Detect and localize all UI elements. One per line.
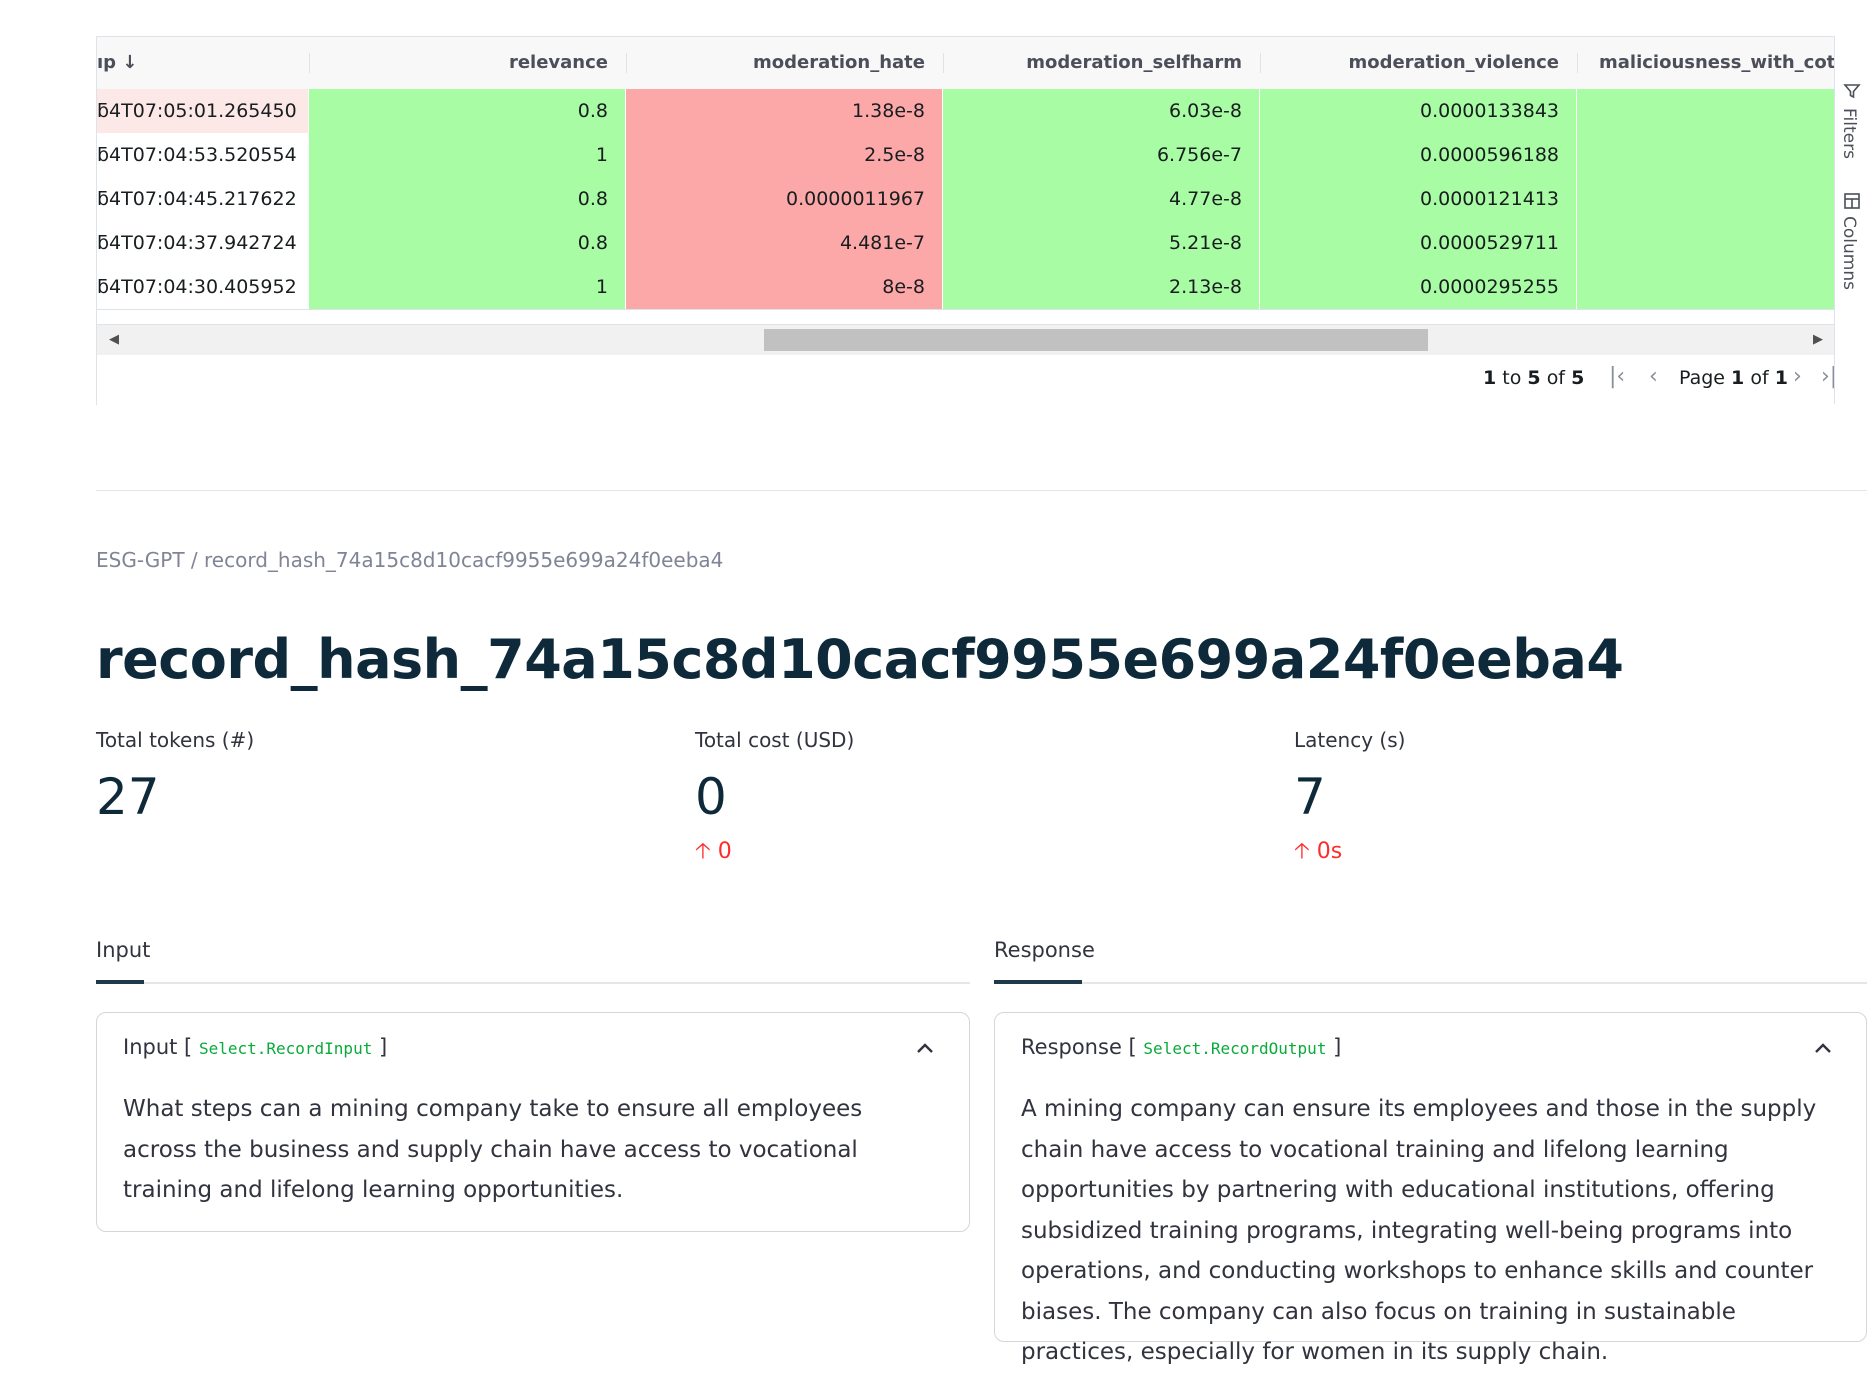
table-cell[interactable]: 1 bbox=[309, 133, 626, 177]
table-cell[interactable]: ƃ4T07:04:30.405952 bbox=[97, 265, 309, 309]
page-indicator: Page 1 of 1 bbox=[1679, 367, 1788, 389]
table-row[interactable]: ƃ4T07:04:45.217622 0.8 0.0000011967 4.77e-8… bbox=[97, 177, 1835, 222]
table-cell[interactable]: 0.0000295255 bbox=[1260, 265, 1577, 309]
table-cell[interactable]: ƃ4T07:04:53.520554 bbox=[97, 133, 309, 177]
column-header-moderation-selfharm[interactable]: moderation_selfharm bbox=[943, 37, 1260, 89]
metric-delta: 🡡 0 bbox=[695, 839, 732, 864]
horizontal-scrollbar[interactable]: ◀ ▶ bbox=[97, 324, 1835, 355]
table-cell[interactable]: 6.03e-8 bbox=[943, 89, 1260, 133]
table-row[interactable]: ƃ4T07:04:37.942724 0.8 4.481e-7 5.21e-8 0.00… bbox=[97, 221, 1835, 266]
results-grid: ıp ↓ relevance moderation_hate moderatio… bbox=[96, 36, 1867, 405]
table-cell[interactable] bbox=[1577, 177, 1835, 221]
table-cell[interactable]: 0.8 bbox=[309, 221, 626, 265]
response-text: A mining company can ensure its employee… bbox=[1021, 1096, 1817, 1365]
table-row[interactable]: ƃ4T07:04:30.405952 1 8e-8 2.13e-8 0.00002952… bbox=[97, 265, 1835, 310]
table-cell[interactable]: 2.13e-8 bbox=[943, 265, 1260, 309]
table-cell[interactable]: 6.756e-7 bbox=[943, 133, 1260, 177]
tab-underline bbox=[994, 982, 1867, 984]
tab-underline bbox=[96, 982, 970, 984]
column-header-relevance[interactable]: relevance bbox=[309, 37, 626, 89]
table-row[interactable]: ƃ4T07:04:53.520554 1 2.5e-8 6.756e-7 0.00005… bbox=[97, 133, 1835, 178]
prev-page-icon[interactable]: ‹ bbox=[1649, 364, 1658, 389]
response-expander: Response [ Select.RecordOutput ] A minin… bbox=[994, 1012, 1867, 1365]
breadcrumb: ESG-GPT / record_hash_74a15c8d10cacf9955… bbox=[96, 548, 724, 572]
table-cell[interactable] bbox=[1577, 89, 1835, 133]
metric-total-tokens: Total tokens (#) 27 bbox=[96, 728, 254, 826]
metric-label: Total tokens (#) bbox=[96, 728, 255, 752]
tab-input[interactable]: Input bbox=[96, 938, 150, 962]
input-expander: Input [ Select.RecordInput ] What steps … bbox=[96, 1012, 970, 1232]
metric-value: 7 bbox=[1294, 768, 1326, 826]
grid-viewport: ıp ↓ relevance moderation_hate moderatio… bbox=[96, 36, 1835, 405]
arrow-up-icon: 🡡 bbox=[1294, 839, 1310, 864]
table-cell[interactable]: 2.5e-8 bbox=[626, 133, 943, 177]
selector-code: Select.RecordOutput bbox=[1143, 1039, 1327, 1058]
arrow-up-icon: 🡡 bbox=[695, 839, 711, 864]
chevron-up-icon[interactable] bbox=[915, 1033, 935, 1061]
metric-delta: 🡡 0s bbox=[1294, 839, 1343, 864]
scrollbar-thumb[interactable] bbox=[764, 329, 1428, 351]
filters-side-tab[interactable]: Filters bbox=[1839, 108, 1859, 159]
section-divider bbox=[96, 490, 1867, 491]
table-cell[interactable]: 0.0000596188 bbox=[1260, 133, 1577, 177]
table-cell[interactable] bbox=[1577, 133, 1835, 177]
table-cell[interactable] bbox=[1577, 221, 1835, 265]
page-title: record_hash_74a15c8d10cacf9955e699a24f0e… bbox=[96, 628, 1624, 691]
grid-side-bar: Filters Columns bbox=[1834, 36, 1867, 404]
table-cell[interactable]: 8e-8 bbox=[626, 265, 943, 309]
columns-side-tab[interactable]: Columns bbox=[1839, 216, 1859, 290]
table-cell[interactable]: 4.77e-8 bbox=[943, 177, 1260, 221]
table-cell[interactable]: 0.0000121413 bbox=[1260, 177, 1577, 221]
table-cell[interactable]: 0.0000011967 bbox=[626, 177, 943, 221]
row-count-summary: 1 to 5 of 5 bbox=[1483, 367, 1585, 389]
chevron-up-icon[interactable] bbox=[1813, 1033, 1833, 1061]
response-expander-header[interactable]: Response [ Select.RecordOutput ] bbox=[1021, 1035, 1341, 1059]
selector-code: Select.RecordInput bbox=[198, 1039, 373, 1058]
table-cell[interactable]: 0.0000529711 bbox=[1260, 221, 1577, 265]
first-page-icon[interactable]: |‹ bbox=[1609, 364, 1625, 389]
table-cell[interactable]: 1.38e-8 bbox=[626, 89, 943, 133]
pagination-bar: 1 to 5 of 5 |‹ ‹ Page 1 of 1 › ›| bbox=[97, 355, 1835, 405]
tab-active-indicator bbox=[96, 980, 144, 984]
table-cell[interactable]: 0.8 bbox=[309, 89, 626, 133]
tab-response[interactable]: Response bbox=[994, 938, 1095, 962]
scroll-left-arrow-icon[interactable]: ◀ bbox=[101, 325, 127, 355]
table-cell[interactable]: 4.481e-7 bbox=[626, 221, 943, 265]
input-text: What steps can a mining company take to … bbox=[123, 1096, 863, 1203]
metric-value: 0 bbox=[695, 768, 727, 826]
column-separator[interactable] bbox=[1577, 53, 1578, 73]
metric-value: 27 bbox=[96, 768, 160, 826]
columns-icon[interactable] bbox=[1843, 192, 1861, 214]
filter-icon[interactable] bbox=[1843, 82, 1861, 104]
column-header-maliciousness[interactable]: maliciousness_with_cot_r bbox=[1599, 37, 1835, 89]
tab-active-indicator bbox=[994, 980, 1082, 984]
column-header-timestamp[interactable]: ıp ↓ bbox=[97, 37, 309, 89]
scroll-right-arrow-icon[interactable]: ▶ bbox=[1805, 325, 1831, 355]
table-cell[interactable]: ƃ4T07:04:37.942724 bbox=[97, 221, 309, 265]
table-row[interactable]: ƃ4T07:05:01.265450 0.8 1.38e-8 6.03e-8 0.000… bbox=[97, 89, 1835, 134]
table-cell[interactable]: ƃ4T07:04:45.217622 bbox=[97, 177, 309, 221]
input-expander-header[interactable]: Input [ Select.RecordInput ] bbox=[123, 1035, 387, 1059]
column-header-moderation-hate[interactable]: moderation_hate bbox=[626, 37, 943, 89]
metric-label: Latency (s) bbox=[1294, 728, 1406, 752]
metric-total-cost: Total cost (USD) 0 🡡 0 bbox=[695, 728, 854, 872]
column-header-moderation-violence[interactable]: moderation_violence bbox=[1260, 37, 1577, 89]
metric-latency: Latency (s) 7 🡡 0s bbox=[1294, 728, 1405, 872]
table-cell[interactable]: ƃ4T07:05:01.265450 bbox=[97, 89, 309, 133]
grid-header-row: ıp ↓ relevance moderation_hate moderatio… bbox=[97, 37, 1835, 90]
last-page-icon[interactable]: ›| bbox=[1821, 364, 1835, 389]
table-cell[interactable]: 0.8 bbox=[309, 177, 626, 221]
metric-label: Total cost (USD) bbox=[695, 728, 855, 752]
table-cell[interactable]: 0.0000133843 bbox=[1260, 89, 1577, 133]
next-page-icon[interactable]: › bbox=[1793, 364, 1802, 389]
table-cell[interactable]: 5.21e-8 bbox=[943, 221, 1260, 265]
table-cell[interactable]: 1 bbox=[309, 265, 626, 309]
table-cell[interactable] bbox=[1577, 265, 1835, 309]
